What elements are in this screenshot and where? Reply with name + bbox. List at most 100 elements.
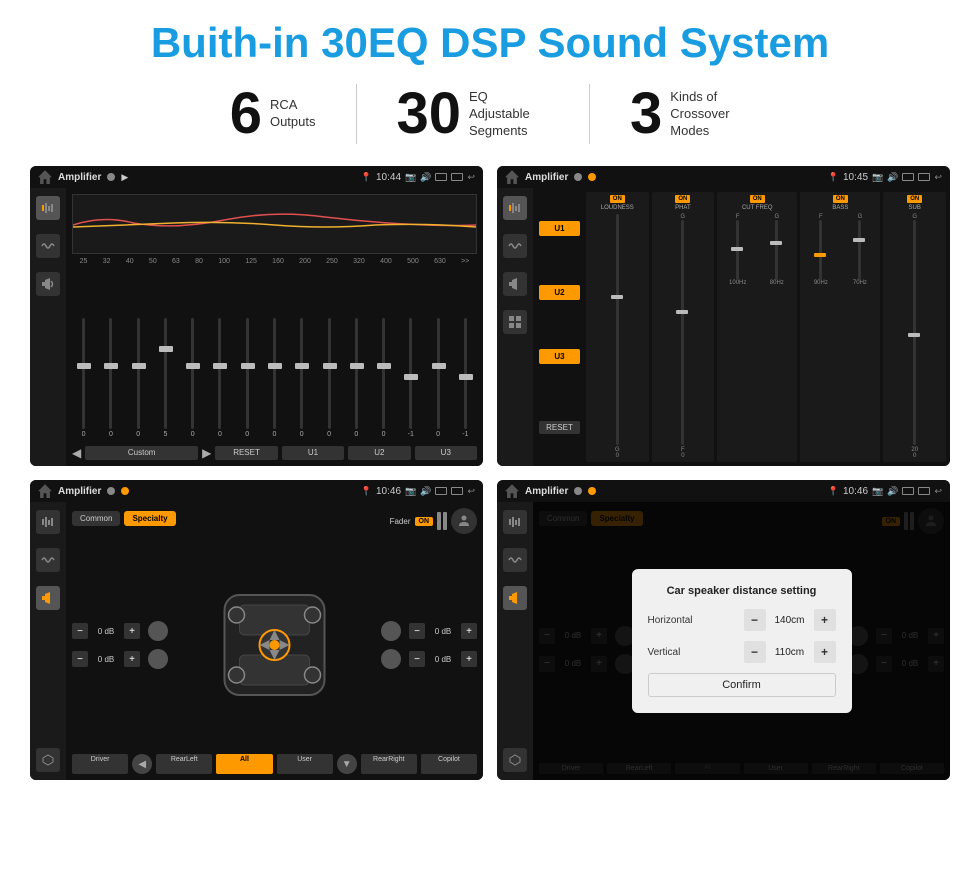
eq-slider-2[interactable]: 0 <box>127 318 150 438</box>
eq-slider-10[interactable]: 0 <box>345 318 368 438</box>
fader-s2[interactable] <box>443 512 447 530</box>
eq-slider-4[interactable]: 0 <box>181 318 204 438</box>
eq-slider-0[interactable]: 0 <box>72 318 95 438</box>
copilot-btn[interactable]: Copilot <box>421 754 477 774</box>
sub-track[interactable] <box>913 220 916 445</box>
horizontal-plus-btn[interactable]: + <box>814 609 836 631</box>
eq-icon[interactable] <box>36 196 60 220</box>
vol-plus-bl[interactable]: + <box>124 651 140 667</box>
wave-icon-4[interactable] <box>503 548 527 572</box>
stat-crossover: 3 Kinds ofCrossover Modes <box>590 85 790 143</box>
fader-s1[interactable] <box>437 512 441 530</box>
specialty-tab[interactable]: Specialty <box>124 511 175 526</box>
u2-btn-1[interactable]: U2 <box>348 446 410 460</box>
eq-slider-9[interactable]: 0 <box>317 318 340 438</box>
common-tab[interactable]: Common <box>72 511 120 526</box>
eq-slider-8[interactable]: 0 <box>290 318 313 438</box>
back-icon-3[interactable]: ↩ <box>467 486 475 497</box>
dialog-vertical-label: Vertical <box>648 647 708 658</box>
person-icon-3[interactable] <box>451 508 477 534</box>
vertical-plus-btn[interactable]: + <box>814 641 836 663</box>
eq-icon-2[interactable] <box>503 196 527 220</box>
eq-slider-1[interactable]: 0 <box>99 318 122 438</box>
speaker-icon-3[interactable] <box>36 586 60 610</box>
eq-slider-12[interactable]: -1 <box>399 318 422 438</box>
loudness-track[interactable] <box>616 214 619 445</box>
next-arrow[interactable]: ▶ <box>202 446 211 460</box>
cutfreq-track-f[interactable] <box>736 220 739 280</box>
phat-track[interactable] <box>681 220 684 445</box>
wave-icon[interactable] <box>36 234 60 258</box>
spread-icon-3[interactable] <box>36 748 60 772</box>
wave-icon-2[interactable] <box>503 234 527 258</box>
rearright-btn[interactable]: RearRight <box>361 754 417 774</box>
vertical-minus-btn[interactable]: − <box>744 641 766 663</box>
loudness-on[interactable]: ON <box>610 195 625 203</box>
vol-icon-1: 🔊 <box>420 172 431 183</box>
rearleft-btn[interactable]: RearLeft <box>156 754 212 774</box>
u3-btn[interactable]: U3 <box>539 349 580 364</box>
layout-icon-2[interactable] <box>503 310 527 334</box>
u1-btn-1[interactable]: U1 <box>282 446 344 460</box>
confirm-button[interactable]: Confirm <box>648 673 836 697</box>
left-arrow-btn[interactable]: ◀ <box>132 754 152 774</box>
speaker-icon[interactable] <box>36 272 60 296</box>
eq-slider-6[interactable]: 0 <box>236 318 259 438</box>
screen4-main: Common Specialty ON <box>533 502 950 780</box>
down-arrow-btn[interactable]: ▼ <box>337 754 357 774</box>
bass-track-g[interactable] <box>858 220 861 280</box>
u1-btn[interactable]: U1 <box>539 221 580 236</box>
sub-on[interactable]: ON <box>907 195 922 203</box>
wave-icon-3[interactable] <box>36 548 60 572</box>
speaker-icon-4[interactable] <box>503 586 527 610</box>
freq-32: 32 <box>103 258 111 265</box>
cutfreq-track-g[interactable] <box>775 220 778 280</box>
eq-slider-11[interactable]: 0 <box>372 318 395 438</box>
u3-btn-1[interactable]: U3 <box>415 446 477 460</box>
time-3: 10:46 <box>376 486 401 497</box>
ch-cutfreq: ON CUT FREQ F 100Hz G <box>717 192 797 462</box>
freq-labels: 25 32 40 50 63 80 100 125 160 200 250 32… <box>72 258 477 265</box>
prev-arrow[interactable]: ◀ <box>72 446 81 460</box>
back-icon-2[interactable]: ↩ <box>934 172 942 183</box>
vol-minus-tl[interactable]: − <box>72 623 88 639</box>
eq-slider-5[interactable]: 0 <box>208 318 231 438</box>
eq-slider-14[interactable]: -1 <box>454 318 477 438</box>
user-btn-3[interactable]: User <box>277 754 333 774</box>
speaker-icon-2[interactable] <box>503 272 527 296</box>
home-icon-2[interactable] <box>505 170 519 184</box>
bass-track-f[interactable] <box>819 220 822 280</box>
vol-minus-br[interactable]: − <box>409 651 425 667</box>
back-icon-1[interactable]: ↩ <box>467 172 475 183</box>
custom-btn[interactable]: Custom <box>85 446 198 460</box>
all-btn[interactable]: All <box>216 754 272 774</box>
eq-slider-3[interactable]: 5 <box>154 318 177 438</box>
home-icon-3[interactable] <box>38 484 52 498</box>
horizontal-minus-btn[interactable]: − <box>744 609 766 631</box>
fader-on[interactable]: ON <box>415 517 434 526</box>
statusbar-1: Amplifier ▶ 📍 10:44 📷 🔊 ↩ <box>30 166 483 188</box>
reset-btn-1[interactable]: RESET <box>215 446 277 460</box>
eq-icon-3[interactable] <box>36 510 60 534</box>
eq-slider-7[interactable]: 0 <box>263 318 286 438</box>
eq-slider-13[interactable]: 0 <box>426 318 449 438</box>
vol-minus-bl[interactable]: − <box>72 651 88 667</box>
vol-ctrl-bl: − 0 dB + <box>72 649 168 669</box>
vol-plus-tl[interactable]: + <box>124 623 140 639</box>
vol-plus-br[interactable]: + <box>461 651 477 667</box>
main-title: Buith-in 30EQ DSP Sound System <box>30 20 950 66</box>
driver-btn[interactable]: Driver <box>72 754 128 774</box>
back-icon-4[interactable]: ↩ <box>934 486 942 497</box>
reset-btn-2[interactable]: RESET <box>539 421 580 434</box>
bass-on[interactable]: ON <box>833 195 848 203</box>
u2-btn[interactable]: U2 <box>539 285 580 300</box>
vol-minus-tr[interactable]: − <box>409 623 425 639</box>
freq-125: 125 <box>245 258 257 265</box>
cutfreq-on[interactable]: ON <box>750 195 765 203</box>
vol-plus-tr[interactable]: + <box>461 623 477 639</box>
home-icon-4[interactable] <box>505 484 519 498</box>
spread-icon-4[interactable] <box>503 748 527 772</box>
eq-icon-4[interactable] <box>503 510 527 534</box>
home-icon-1[interactable] <box>38 170 52 184</box>
phat-on[interactable]: ON <box>675 195 690 203</box>
